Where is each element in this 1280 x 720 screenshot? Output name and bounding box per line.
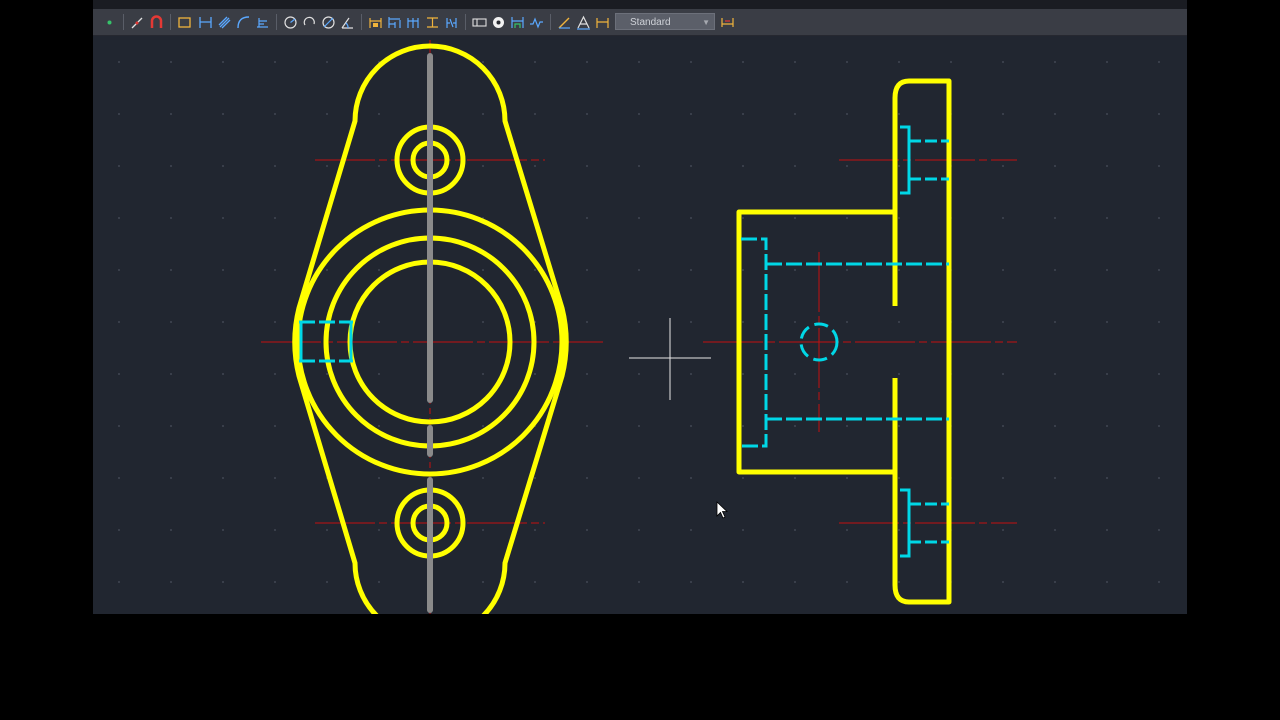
update-icon[interactable] [594, 14, 611, 31]
space-icon[interactable] [424, 14, 441, 31]
diameter-icon[interactable] [320, 14, 337, 31]
inspect-icon[interactable] [509, 14, 526, 31]
magnet-icon[interactable] [148, 14, 165, 31]
toolbar-separator [550, 14, 551, 30]
drawing-svg [93, 36, 1187, 614]
edit-text-icon[interactable] [575, 14, 592, 31]
baseline-icon[interactable] [386, 14, 403, 31]
arc-length-icon[interactable] [235, 14, 252, 31]
continue-icon[interactable] [405, 14, 422, 31]
tolerance-icon[interactable] [471, 14, 488, 31]
cad-window: Standard ▼ [93, 0, 1187, 614]
break-icon[interactable] [443, 14, 460, 31]
snap-icon[interactable] [101, 14, 118, 31]
toolbar-group-dimension [197, 13, 611, 31]
grid [93, 36, 1187, 614]
dimension-style-select[interactable]: Standard ▼ [615, 13, 715, 30]
fillet-icon[interactable] [129, 14, 146, 31]
edit-dimension-icon[interactable] [556, 14, 573, 31]
drawing-canvas[interactable] [93, 36, 1187, 614]
quick-dimension-icon[interactable] [367, 14, 384, 31]
dimension-style-value: Standard [630, 17, 671, 28]
chevron-down-icon: ▼ [702, 18, 710, 27]
toolbar-separator [123, 14, 124, 30]
toolbar-separator [276, 14, 277, 30]
ordinate-icon[interactable] [254, 14, 271, 31]
rectangle-icon[interactable] [176, 14, 193, 31]
title-strip [93, 0, 1187, 9]
center-mark-icon[interactable] [490, 14, 507, 31]
jogged-icon[interactable] [301, 14, 318, 31]
toolbar-group-style [719, 13, 736, 31]
toolbar-separator [361, 14, 362, 30]
toolbar-group-draw [101, 13, 193, 31]
linear-dimension-icon[interactable] [197, 14, 214, 31]
toolbar-separator [465, 14, 466, 30]
toolbar-separator [170, 14, 171, 30]
angular-icon[interactable] [339, 14, 356, 31]
aligned-dimension-icon[interactable] [216, 14, 233, 31]
radius-icon[interactable] [282, 14, 299, 31]
jogged-linear-icon[interactable] [528, 14, 545, 31]
dimension-toolbar: Standard ▼ [93, 0, 1187, 36]
dimension-style-icon[interactable] [719, 14, 736, 31]
